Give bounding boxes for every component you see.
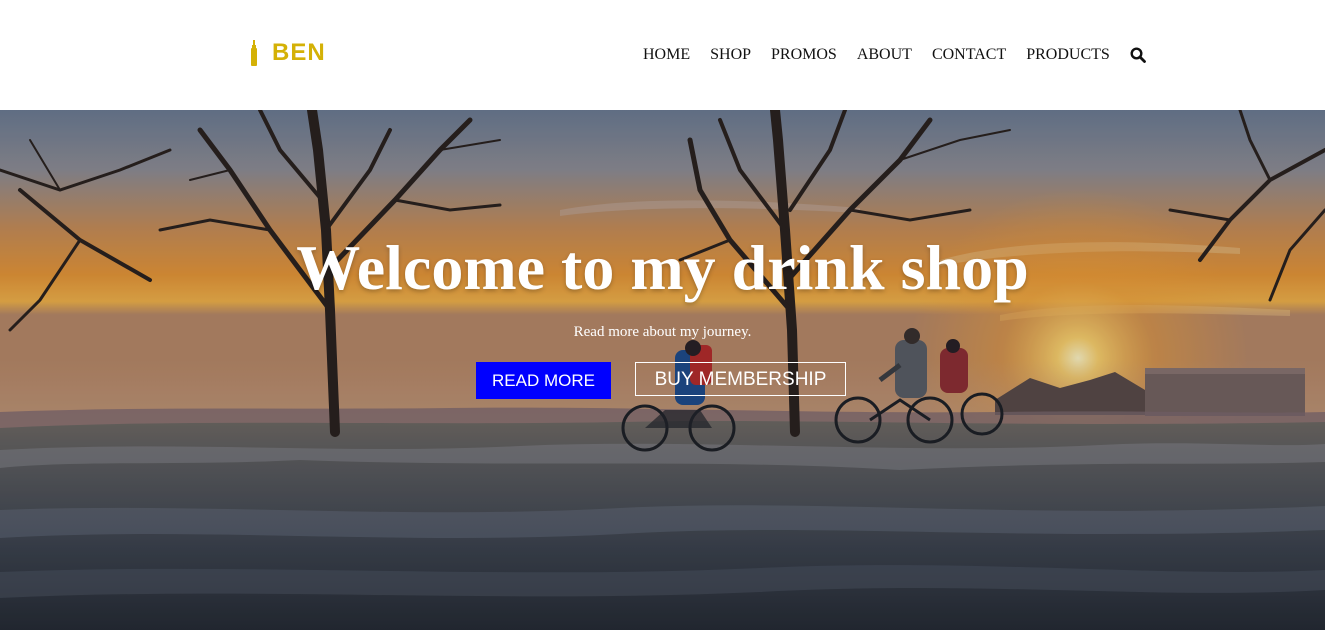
nav-promos[interactable]: PROMOS [771, 44, 837, 66]
nav-about[interactable]: ABOUT [857, 44, 912, 66]
logo[interactable]: BEN [250, 38, 326, 68]
hero-subtitle: Read more about my journey. [573, 324, 752, 340]
read-more-button[interactable]: READ MORE [476, 362, 611, 399]
nav-shop[interactable]: SHOP [710, 44, 751, 66]
page: BEN HOME SHOP PROMOS ABOUT CONTACT PRODU… [0, 0, 1325, 630]
nav-products[interactable]: PRODUCTS [1026, 44, 1110, 66]
search-icon[interactable] [1130, 47, 1146, 63]
logo-text: BEN [272, 39, 326, 66]
main-nav: HOME SHOP PROMOS ABOUT CONTACT PRODUCTS [643, 44, 1146, 66]
bottle-logo-icon [251, 40, 257, 66]
buy-membership-button[interactable]: BUY MEMBERSHIP [635, 362, 846, 396]
hero-title: Welcome to my drink shop [296, 232, 1029, 303]
hero-content: Welcome to my drink shop Read more about… [0, 110, 1325, 630]
site-header: BEN HOME SHOP PROMOS ABOUT CONTACT PRODU… [0, 0, 1325, 110]
nav-contact[interactable]: CONTACT [932, 44, 1006, 66]
hero-section: Welcome to my drink shop Read more about… [0, 110, 1325, 630]
nav-home[interactable]: HOME [643, 44, 690, 66]
